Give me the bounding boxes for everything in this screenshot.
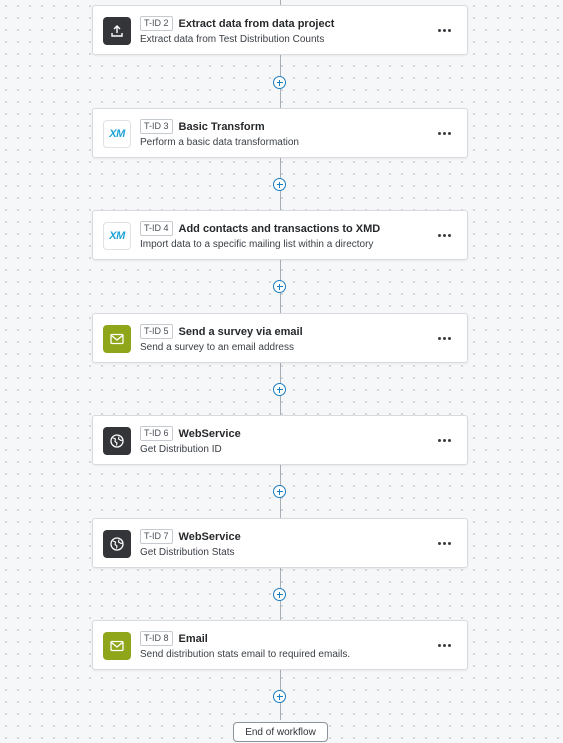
xm-logo-icon: XM bbox=[103, 222, 131, 250]
task-description: Perform a basic data transformation bbox=[140, 137, 299, 148]
add-step-button[interactable] bbox=[273, 76, 286, 89]
task-description: Get Distribution ID bbox=[140, 444, 222, 455]
task-card-extract-data[interactable]: T-ID 2 Extract data from data project Ex… bbox=[92, 5, 468, 55]
task-id-badge: T-ID 5 bbox=[140, 324, 173, 339]
task-id-badge: T-ID 8 bbox=[140, 631, 173, 646]
task-id-badge: T-ID 6 bbox=[140, 426, 173, 441]
web-service-icon bbox=[103, 427, 131, 455]
task-description: Get Distribution Stats bbox=[140, 547, 235, 558]
task-card-webservice-id[interactable]: T-ID 6 WebService Get Distribution ID bbox=[92, 415, 468, 465]
add-step-button[interactable] bbox=[273, 485, 286, 498]
add-step-button[interactable] bbox=[273, 383, 286, 396]
task-description: Import data to a specific mailing list w… bbox=[140, 239, 374, 250]
task-id-badge: T-ID 2 bbox=[140, 16, 173, 31]
task-title: WebService bbox=[178, 427, 241, 440]
end-of-workflow-label: End of workflow bbox=[233, 722, 328, 742]
task-description: Extract data from Test Distribution Coun… bbox=[140, 34, 325, 45]
task-title: Send a survey via email bbox=[178, 325, 303, 338]
task-title: Add contacts and transactions to XMD bbox=[178, 222, 381, 235]
more-options-button[interactable] bbox=[435, 432, 453, 448]
add-step-button[interactable] bbox=[273, 178, 286, 191]
more-options-button[interactable] bbox=[435, 227, 453, 243]
more-options-button[interactable] bbox=[435, 330, 453, 346]
email-icon bbox=[103, 325, 131, 353]
more-options-button[interactable] bbox=[435, 125, 453, 141]
task-id-badge: T-ID 3 bbox=[140, 119, 173, 134]
add-step-button[interactable] bbox=[273, 690, 286, 703]
task-card-send-survey[interactable]: T-ID 5 Send a survey via email Send a su… bbox=[92, 313, 468, 363]
task-title: Email bbox=[178, 632, 208, 645]
task-description: Send a survey to an email address bbox=[140, 342, 294, 353]
task-id-badge: T-ID 7 bbox=[140, 529, 173, 544]
xm-logo-icon: XM bbox=[103, 120, 131, 148]
task-card-basic-transform[interactable]: XM T-ID 3 Basic Transform Perform a basi… bbox=[92, 108, 468, 158]
upload-icon bbox=[103, 17, 131, 45]
task-title: Basic Transform bbox=[178, 120, 265, 133]
task-id-badge: T-ID 4 bbox=[140, 221, 173, 236]
web-service-icon bbox=[103, 530, 131, 558]
email-icon bbox=[103, 632, 131, 660]
task-card-email[interactable]: T-ID 8 Email Send distribution stats ema… bbox=[92, 620, 468, 670]
more-options-button[interactable] bbox=[435, 22, 453, 38]
task-title: Extract data from data project bbox=[178, 17, 335, 30]
more-options-button[interactable] bbox=[435, 637, 453, 653]
more-options-button[interactable] bbox=[435, 535, 453, 551]
task-title: WebService bbox=[178, 530, 241, 543]
task-card-webservice-stats[interactable]: T-ID 7 WebService Get Distribution Stats bbox=[92, 518, 468, 568]
task-description: Send distribution stats email to require… bbox=[140, 649, 351, 660]
task-card-add-contacts[interactable]: XM T-ID 4 Add contacts and transactions … bbox=[92, 210, 468, 260]
add-step-button[interactable] bbox=[273, 280, 286, 293]
add-step-button[interactable] bbox=[273, 588, 286, 601]
